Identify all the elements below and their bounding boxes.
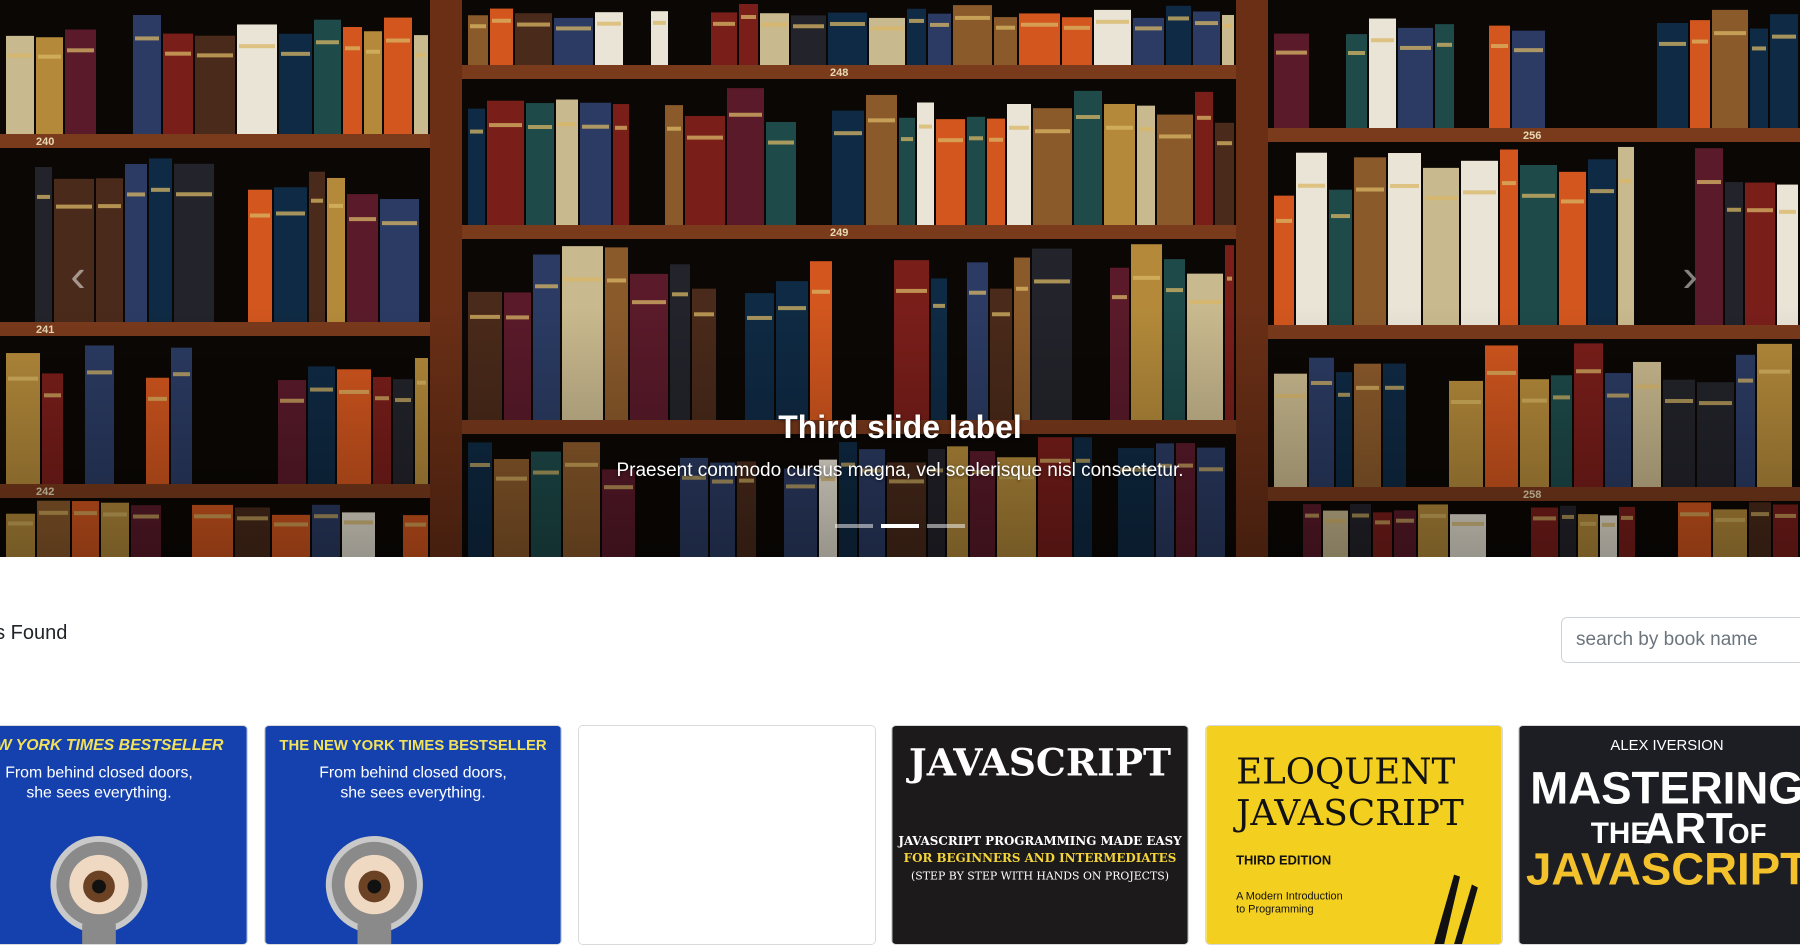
book-card[interactable]: NEW YORK TIMES BESTSELLER From behind cl… xyxy=(0,725,248,945)
carousel-next-button[interactable]: › xyxy=(1660,230,1720,320)
book-cover: ELOQUENT JAVASCRIPT THIRD EDITION A Mode… xyxy=(1206,726,1502,944)
slide-text: Praesent commodo cursus magna, vel scele… xyxy=(616,460,1184,481)
hero-carousel: 240 248 256 249 241 242 258 ‹ › Third sl… xyxy=(0,0,1800,557)
book-card[interactable]: JAVASCRIPT JAVASCRIPT PROGRAMMING MADE E… xyxy=(891,725,1189,945)
cover-edition: THIRD EDITION xyxy=(1236,853,1331,868)
cover-subtitle: to Programming xyxy=(1236,903,1313,915)
search-input[interactable] xyxy=(1561,617,1800,663)
cover-banner: THE NEW YORK TIMES BESTSELLER xyxy=(279,738,546,754)
cover-title: JAVASCRIPT xyxy=(906,741,1171,785)
carousel-indicator[interactable] xyxy=(927,518,965,528)
cover-subtitle: JAVASCRIPT PROGRAMMING MADE EASY xyxy=(897,834,1182,848)
book-cover: THE NEW YORK TIMES BESTSELLER From behin… xyxy=(265,726,561,944)
book-card[interactable]: THE NEW YORK TIMES BESTSELLER From behin… xyxy=(264,725,562,945)
book-card[interactable]: ALEX IVERSION MASTERING THE ART OF JAVAS… xyxy=(1518,725,1800,945)
cover-subtitle: FOR BEGINNERS AND INTERMEDIATES xyxy=(904,851,1177,865)
book-cover-placeholder xyxy=(579,726,875,944)
cover-subtitle: (STEP BY STEP WITH HANDS ON PROJECTS) xyxy=(911,870,1169,883)
chevron-left-icon: ‹ xyxy=(70,249,86,301)
carousel-indicator-active[interactable] xyxy=(881,518,919,528)
book-cover: ALEX IVERSION MASTERING THE ART OF JAVAS… xyxy=(1519,726,1800,944)
book-cover: NEW YORK TIMES BESTSELLER From behind cl… xyxy=(0,726,247,944)
cover-banner: NEW YORK TIMES BESTSELLER xyxy=(0,737,224,754)
results-count: oks Found xyxy=(0,622,68,644)
cover-title: JAVASCRIPT xyxy=(1526,844,1800,895)
carousel-prev-button[interactable]: ‹ xyxy=(48,230,108,320)
cover-tagline: From behind closed doors, xyxy=(5,765,193,782)
cover-tagline: From behind closed doors, xyxy=(319,765,507,782)
book-cover: JAVASCRIPT JAVASCRIPT PROGRAMMING MADE E… xyxy=(892,726,1188,944)
carousel-indicator[interactable] xyxy=(835,518,873,528)
cover-tagline: she sees everything. xyxy=(340,784,485,801)
carousel-indicators xyxy=(0,518,1800,528)
slide-title: Third slide label xyxy=(778,409,1022,445)
book-card[interactable] xyxy=(578,725,876,945)
cover-title: JAVASCRIPT xyxy=(1233,793,1464,834)
chevron-right-icon: › xyxy=(1682,249,1698,301)
cover-tagline: she sees everything. xyxy=(26,784,171,801)
book-card[interactable]: ELOQUENT JAVASCRIPT THIRD EDITION A Mode… xyxy=(1205,725,1503,945)
cover-subtitle: A Modern Introduction xyxy=(1236,890,1343,902)
cover-author: ALEX IVERSION xyxy=(1610,738,1723,754)
carousel-caption: Third slide label Praesent commodo cursu… xyxy=(0,405,1800,485)
cover-title: ELOQUENT xyxy=(1236,751,1455,792)
